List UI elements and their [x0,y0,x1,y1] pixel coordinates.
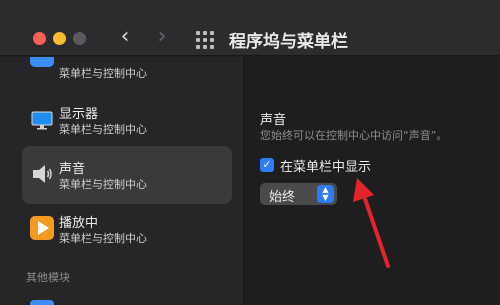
settings-window: ‹ › 程序坞与菜单栏 菜单栏与控制中心 显示器 菜单栏与控制中心 声音 菜单栏… [0,0,500,305]
annotation-arrow [353,178,390,268]
